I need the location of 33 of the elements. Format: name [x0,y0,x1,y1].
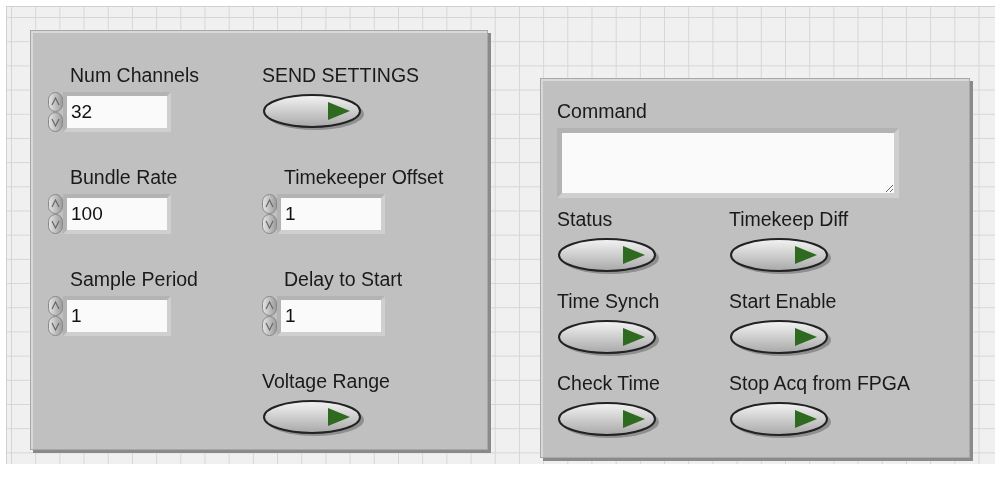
text-field[interactable] [557,128,899,199]
led-button[interactable] [557,318,661,359]
numeric-field[interactable]: 1 [63,296,171,337]
control-label: Timekeep Diff [729,209,849,231]
spinner-control[interactable] [48,194,63,235]
control-label: SEND SETTINGS [262,65,420,87]
led-button[interactable] [557,400,661,441]
led-button[interactable] [729,400,833,441]
spinner-control[interactable] [262,194,277,235]
control-label: Command [557,101,647,123]
numeric-field[interactable]: 32 [63,92,171,133]
control-label: Time Synch [557,291,660,313]
control-label: Bundle Rate [70,167,178,189]
control-label: Stop Acq from FPGA [729,373,910,395]
led-button[interactable] [262,398,366,439]
numeric-field[interactable]: 1 [277,296,385,337]
led-button[interactable] [262,92,366,133]
led-button[interactable] [557,236,661,277]
numeric-field[interactable]: 1 [277,194,385,235]
spinner-control[interactable] [262,296,277,337]
numeric-field[interactable]: 100 [63,194,171,235]
control-label: Status [557,209,613,231]
spinner-control[interactable] [48,92,63,133]
control-label: Start Enable [729,291,837,313]
control-label: Timekeeper Offset [284,167,444,189]
control-label: Check Time [557,373,660,395]
led-button[interactable] [729,318,833,359]
spinner-control[interactable] [48,296,63,337]
led-button[interactable] [729,236,833,277]
control-label: Sample Period [70,269,198,291]
control-label: Voltage Range [262,371,390,393]
control-label: Num Channels [70,65,199,87]
control-label: Delay to Start [284,269,403,291]
